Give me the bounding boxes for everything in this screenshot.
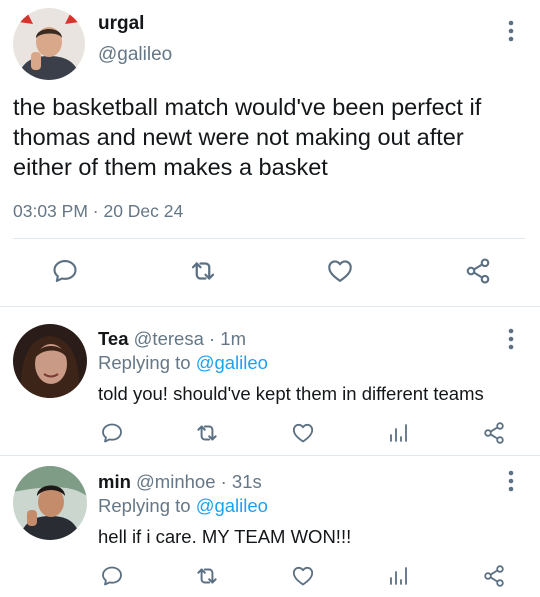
divider (13, 238, 525, 239)
display-name[interactable]: min (98, 471, 131, 492)
replying-prefix: Replying to (98, 352, 196, 373)
replying-to: Replying to @galileo (98, 352, 268, 374)
share-icon[interactable] (461, 254, 495, 288)
main-tweet: urgal @galileo the basketball match woul… (0, 0, 540, 307)
share-icon[interactable] (479, 418, 509, 448)
reply-icon[interactable] (97, 561, 127, 591)
tweet-text: the basketball match would've been perfe… (13, 94, 482, 180)
like-icon[interactable] (288, 418, 318, 448)
reply-header: min @minhoe · 31s (98, 471, 262, 493)
reply-tweet: min @minhoe · 31s Replying to @galileo h… (0, 456, 540, 597)
display-name[interactable]: Tea (98, 328, 129, 349)
tweet-text: hell if i care. MY TEAM WON!!! (98, 526, 352, 547)
like-icon[interactable] (288, 561, 318, 591)
like-icon[interactable] (323, 254, 357, 288)
timestamp[interactable]: 03:03 PM · 20 Dec 24 (13, 201, 183, 222)
replying-to: Replying to @galileo (98, 495, 268, 517)
mention-link[interactable]: @galileo (196, 495, 268, 516)
replying-prefix: Replying to (98, 495, 196, 516)
display-name[interactable]: urgal (98, 13, 144, 35)
retweet-icon[interactable] (186, 254, 220, 288)
more-options-icon[interactable] (504, 470, 518, 492)
reply-icon[interactable] (48, 254, 82, 288)
avatar[interactable] (13, 8, 85, 80)
avatar[interactable] (13, 324, 87, 398)
handle[interactable]: @galileo (98, 44, 172, 66)
handle-and-time[interactable]: @minhoe · 31s (136, 471, 262, 492)
more-options-icon[interactable] (504, 328, 518, 350)
reply-icon[interactable] (97, 418, 127, 448)
reply-header: Tea @teresa · 1m (98, 328, 246, 350)
avatar[interactable] (13, 466, 87, 540)
analytics-icon[interactable] (383, 418, 413, 448)
tweet-text: told you! should've kept them in differe… (98, 383, 484, 404)
retweet-icon[interactable] (192, 418, 222, 448)
analytics-icon[interactable] (383, 561, 413, 591)
more-options-icon[interactable] (504, 20, 518, 42)
reply-tweet: Tea @teresa · 1m Replying to @galileo to… (0, 307, 540, 455)
share-icon[interactable] (479, 561, 509, 591)
handle-and-time[interactable]: @teresa · 1m (134, 328, 246, 349)
retweet-icon[interactable] (192, 561, 222, 591)
mention-link[interactable]: @galileo (196, 352, 268, 373)
